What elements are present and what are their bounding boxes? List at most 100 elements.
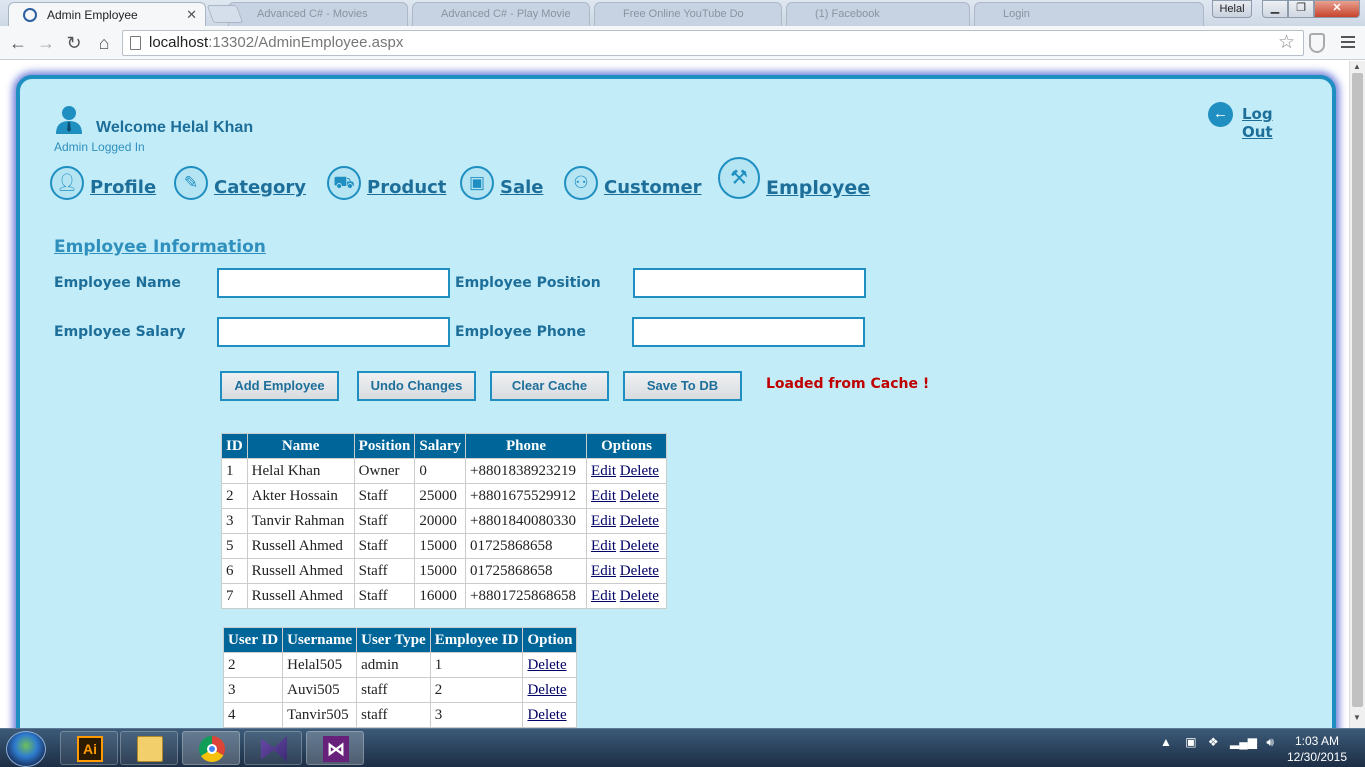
edit-link[interactable]: Edit [591,563,616,579]
home-icon[interactable]: ⌂ [92,31,116,55]
nav-customer[interactable]: ⚇ Customer [564,166,714,211]
col-user-type: User Type [356,627,431,653]
nav-employee[interactable]: ⚒ Employee [718,157,878,211]
taskbar-clock[interactable]: 1:03 AM 12/30/2015 [1282,733,1352,765]
cell-salary: 15000 [414,533,467,559]
close-window-icon[interactable]: ✕ [1314,0,1360,18]
edit-link[interactable]: Edit [591,538,616,554]
add-employee-button[interactable]: Add Employee [220,371,339,401]
undo-changes-button[interactable]: Undo Changes [357,371,476,401]
delete-link[interactable]: Delete [620,513,659,529]
save-to-db-button[interactable]: Save To DB [623,371,742,401]
nav-category-label: Category [214,177,307,198]
device-icon[interactable]: ▣ [1185,735,1196,749]
maximize-icon[interactable]: ❐ [1288,0,1314,18]
cell-username: Auvi505 [282,677,358,703]
nav-profile-label: Profile [90,177,157,198]
tab-background-1[interactable]: Advanced C# - Movies [228,2,408,26]
cell-phone: 01725868658 [465,558,588,584]
edit-link[interactable]: Edit [591,463,616,479]
nav-product-label: Product [367,177,447,198]
start-button-icon[interactable] [6,731,46,767]
employee-name-input[interactable] [217,268,450,298]
cell-employee-id: 1 [429,652,524,678]
cell-phone: +8801675529912 [465,483,588,509]
employee-phone-input[interactable] [632,317,865,347]
cell-options: Edit Delete [586,508,668,534]
customers-icon: ⚇ [564,166,598,200]
shield-extension-icon[interactable] [1309,33,1325,53]
edit-link[interactable]: Edit [591,588,616,604]
cell-position: Staff [353,558,416,584]
nav-profile[interactable]: 👤︎ Profile [50,166,160,211]
cell-user-id: 3 [222,677,284,703]
employee-table-header: ID Name Position Salary Phone Options [221,433,668,459]
edit-link[interactable]: Edit [591,488,616,504]
nav-category[interactable]: ✎ Category [174,166,314,211]
col-option: Option [522,627,578,653]
table-row: 6 Russell Ahmed Staff 15000 01725868658 Edit … [221,558,668,584]
chrome-taskbar-icon[interactable] [182,731,240,765]
cell-option: Delete [522,677,578,703]
delete-link[interactable]: Delete [620,488,659,504]
employee-position-input[interactable] [633,268,866,298]
users-table: User ID Username User Type Employee ID O… [222,627,578,728]
cell-name: Russell Ahmed [246,558,355,584]
cell-name: Helal Khan [246,458,355,484]
cell-user-type: staff [356,702,431,728]
scroll-up-icon[interactable]: ▲ [1353,62,1361,71]
scroll-thumb[interactable] [1352,73,1363,707]
scroll-down-icon[interactable]: ▼ [1353,713,1361,722]
reload-icon[interactable]: ↻ [62,31,86,55]
cell-username: Tanvir505 [282,702,358,728]
tab-background-3[interactable]: Free Online YouTube Do [594,2,782,26]
blend-taskbar-icon[interactable] [244,731,302,765]
logout-label: Log Out [1242,105,1273,141]
cell-salary: 15000 [414,558,467,584]
edit-link[interactable]: Edit [591,513,616,529]
nav-customer-label: Customer [604,177,702,198]
tab-background-5[interactable]: Login [974,2,1204,26]
logout-link[interactable]: ← Log Out [1208,102,1308,141]
tab-title: Admin Employee [47,8,138,22]
file-explorer-taskbar-icon[interactable] [120,731,178,765]
show-hidden-icons-icon[interactable]: ▲ [1160,735,1172,749]
clear-cache-button[interactable]: Clear Cache [490,371,609,401]
dropbox-icon[interactable]: ❖ [1208,735,1219,749]
visual-studio-taskbar-icon[interactable]: ⋈ [306,731,364,765]
cell-id: 1 [221,458,248,484]
delete-user-link[interactable]: Delete [527,682,566,698]
illustrator-taskbar-icon[interactable]: Ai [60,731,118,765]
delete-link[interactable]: Delete [620,563,659,579]
employee-salary-input[interactable] [217,317,450,347]
cell-salary: 25000 [414,483,467,509]
back-arrow-icon[interactable]: ← [6,31,30,55]
minimize-icon[interactable]: ▁ [1262,0,1288,18]
tab-background-4[interactable]: (1) Facebook [786,2,970,26]
delete-user-link[interactable]: Delete [527,707,566,723]
address-bar[interactable]: localhost:13302/AdminEmployee.aspx ☆ [122,30,1304,56]
delete-user-link[interactable]: Delete [527,657,566,673]
delete-link[interactable]: Delete [620,463,659,479]
network-signal-icon[interactable]: ▂▄▆ [1230,735,1257,749]
delete-link[interactable]: Delete [620,538,659,554]
nav-product[interactable]: ⛟ Product [327,166,457,211]
volume-icon[interactable]: 🔊︎ [1266,735,1274,749]
bookmark-star-icon[interactable]: ☆ [1278,31,1295,55]
tab-admin-employee[interactable]: Admin Employee ✕ [8,2,206,26]
forward-arrow-icon[interactable]: → [34,31,58,55]
table-row: 2 Akter Hossain Staff 25000 +8801675529912 Ed… [221,483,668,509]
delete-link[interactable]: Delete [620,588,659,604]
nav-sale[interactable]: ▣ Sale [460,166,560,211]
windows-taskbar: Ai ⋈ ▲ ▣ ❖ ▂▄▆ 🔊︎ 1:03 AM 12/30/2015 [0,728,1365,767]
menu-icon[interactable] [1341,36,1355,51]
cell-phone: +8801838923219 [465,458,588,484]
section-title: Employee Information [54,237,266,257]
employee-phone-label: Employee Phone [455,324,586,340]
tab-background-2[interactable]: Advanced C# - Play Movie [412,2,590,26]
vertical-scrollbar[interactable]: ▲ ▼ [1349,61,1365,728]
col-user-id: User ID [222,627,284,653]
new-tab-button[interactable] [206,5,244,23]
profile-button[interactable]: Helal [1212,0,1252,18]
close-tab-icon[interactable]: ✕ [186,7,197,23]
